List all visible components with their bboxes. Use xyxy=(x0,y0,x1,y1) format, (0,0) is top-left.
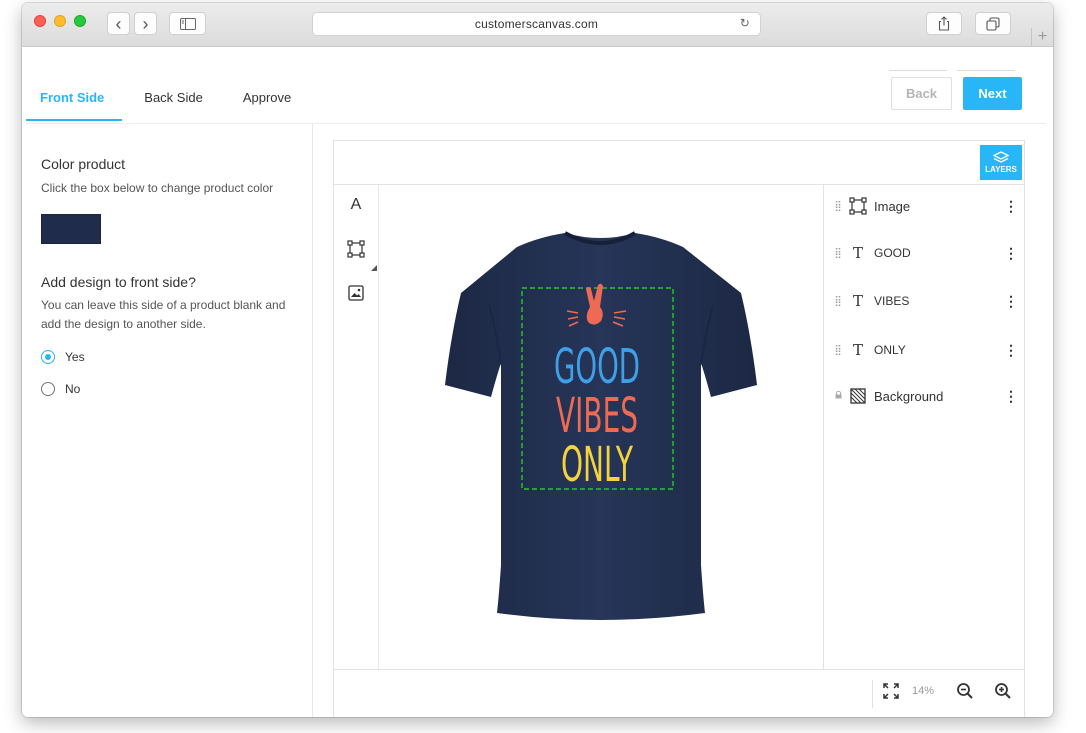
zoom-out-icon[interactable] xyxy=(954,680,976,702)
radio-option-yes[interactable]: Yes xyxy=(41,350,85,364)
sidebar-icon xyxy=(179,17,196,30)
layer-name: Image xyxy=(874,198,911,214)
text-layer-icon: T xyxy=(852,341,863,359)
close-window-button[interactable] xyxy=(34,15,46,27)
text-icon: A xyxy=(350,196,362,213)
design-text-only[interactable]: ONLY xyxy=(561,437,633,493)
zoom-in-icon[interactable] xyxy=(992,680,1014,702)
more-vertical-icon[interactable]: ⋮ xyxy=(1002,198,1020,215)
design-editor: LAYERS A GOOD VIBES ONLY ⣿ Image ⋮ ⣿ T G… xyxy=(333,140,1025,717)
design-text-good[interactable]: GOOD xyxy=(554,339,640,395)
next-button[interactable]: Next xyxy=(963,77,1022,110)
drag-handle-icon[interactable]: ⣿ xyxy=(828,345,848,356)
browser-titlebar: ‹ › customerscanvas.com ↻ + xyxy=(22,3,1053,47)
browser-window: ‹ › customerscanvas.com ↻ + Front Side B… xyxy=(22,3,1053,717)
tshirt-mockup[interactable]: GOOD VIBES ONLY xyxy=(379,185,823,669)
next-button-edge xyxy=(957,70,1015,71)
drag-handle-icon[interactable]: ⣿ xyxy=(828,248,848,259)
zoom-level: 14% xyxy=(911,685,934,697)
fit-to-screen-icon[interactable] xyxy=(880,680,902,702)
layer-name: Background xyxy=(874,388,944,404)
editor-top-bar: LAYERS xyxy=(334,141,1024,185)
minimize-window-button[interactable] xyxy=(54,15,66,27)
browser-forward-button[interactable]: › xyxy=(134,12,157,35)
layers-icon xyxy=(993,151,1009,163)
layer-item-image[interactable]: ⣿ Image ⋮ xyxy=(824,194,1026,218)
drag-handle-icon[interactable]: ⣿ xyxy=(828,201,848,212)
url-text: customerscanvas.com xyxy=(474,17,599,31)
radio-yes-control[interactable] xyxy=(41,350,55,364)
image-icon xyxy=(348,285,364,301)
more-vertical-icon[interactable]: ⋮ xyxy=(1002,293,1020,310)
text-layer-icon: T xyxy=(852,244,863,262)
more-vertical-icon[interactable]: ⋮ xyxy=(1002,245,1020,262)
sidebar-toggle-button[interactable] xyxy=(169,12,206,35)
tabs-overview-button[interactable] xyxy=(975,12,1011,35)
layers-toggle-button[interactable]: LAYERS xyxy=(980,145,1022,180)
layer-name: ONLY xyxy=(874,343,906,357)
tab-back-side[interactable]: Back Side xyxy=(144,77,203,121)
layer-item-vibes[interactable]: ⣿ T VIBES ⋮ xyxy=(824,289,1026,313)
tab-approve[interactable]: Approve xyxy=(243,77,291,121)
tabs-icon xyxy=(986,16,1000,31)
step-tabs: Front Side Back Side Approve xyxy=(26,77,331,122)
drag-handle-icon[interactable]: ⣿ xyxy=(828,296,848,307)
add-design-desc: You can leave this side of a product bla… xyxy=(41,298,286,331)
chevron-right-icon: › xyxy=(142,13,149,34)
background-layer-icon xyxy=(848,386,868,406)
text-tool-button[interactable]: A xyxy=(346,195,366,215)
browser-back-button[interactable]: ‹ xyxy=(107,12,130,35)
radio-no-control[interactable] xyxy=(41,382,55,396)
layers-label: LAYERS xyxy=(985,165,1017,174)
back-button[interactable]: Back xyxy=(891,77,952,110)
design-canvas[interactable]: GOOD VIBES ONLY xyxy=(379,185,823,669)
shape-tool-button[interactable] xyxy=(346,239,366,259)
page-content: Front Side Back Side Approve Back Next C… xyxy=(22,47,1053,717)
radio-yes-label: Yes xyxy=(65,350,85,364)
maximize-window-button[interactable] xyxy=(74,15,86,27)
layer-item-background[interactable]: Background ⋮ xyxy=(824,384,1026,408)
layer-item-good[interactable]: ⣿ T GOOD ⋮ xyxy=(824,241,1026,265)
product-color-swatch[interactable] xyxy=(41,214,101,244)
editor-bottom-bar: 14% xyxy=(334,669,1024,717)
share-icon xyxy=(938,16,950,31)
text-layer-icon: T xyxy=(852,292,863,310)
add-design-title: Add design to front side? xyxy=(41,274,196,290)
tools-bar: A xyxy=(334,185,379,669)
layer-shape-icon xyxy=(848,196,868,216)
back-button-edge xyxy=(889,70,947,71)
radio-option-no[interactable]: No xyxy=(41,382,80,396)
layer-item-only[interactable]: ⣿ T ONLY ⋮ xyxy=(824,338,1026,362)
design-text-vibes[interactable]: VIBES xyxy=(556,388,638,444)
zoom-controls: 14% xyxy=(870,680,1014,702)
tab-front-side[interactable]: Front Side xyxy=(26,77,123,121)
image-tool-button[interactable] xyxy=(346,283,366,303)
chevron-left-icon: ‹ xyxy=(115,13,122,34)
lock-icon xyxy=(828,390,848,401)
submenu-arrow-icon xyxy=(371,265,377,271)
layer-name: VIBES xyxy=(874,294,910,308)
options-panel: Color product Click the box below to cha… xyxy=(26,124,313,717)
layers-panel: ⣿ Image ⋮ ⣿ T GOOD ⋮ ⣿ T VIBES ⋮ ⣿ T ONL… xyxy=(823,185,1025,669)
color-product-title: Color product xyxy=(41,156,126,172)
new-tab-button[interactable]: + xyxy=(1031,28,1053,47)
shape-icon xyxy=(347,240,365,258)
address-bar[interactable]: customerscanvas.com ↻ xyxy=(312,12,761,36)
color-product-desc: Click the box below to change product co… xyxy=(41,181,274,195)
layer-name: GOOD xyxy=(874,246,911,260)
reload-icon[interactable]: ↻ xyxy=(740,16,750,30)
more-vertical-icon[interactable]: ⋮ xyxy=(1002,388,1020,405)
radio-no-label: No xyxy=(65,382,81,396)
more-vertical-icon[interactable]: ⋮ xyxy=(1002,342,1020,359)
share-button[interactable] xyxy=(926,12,962,35)
